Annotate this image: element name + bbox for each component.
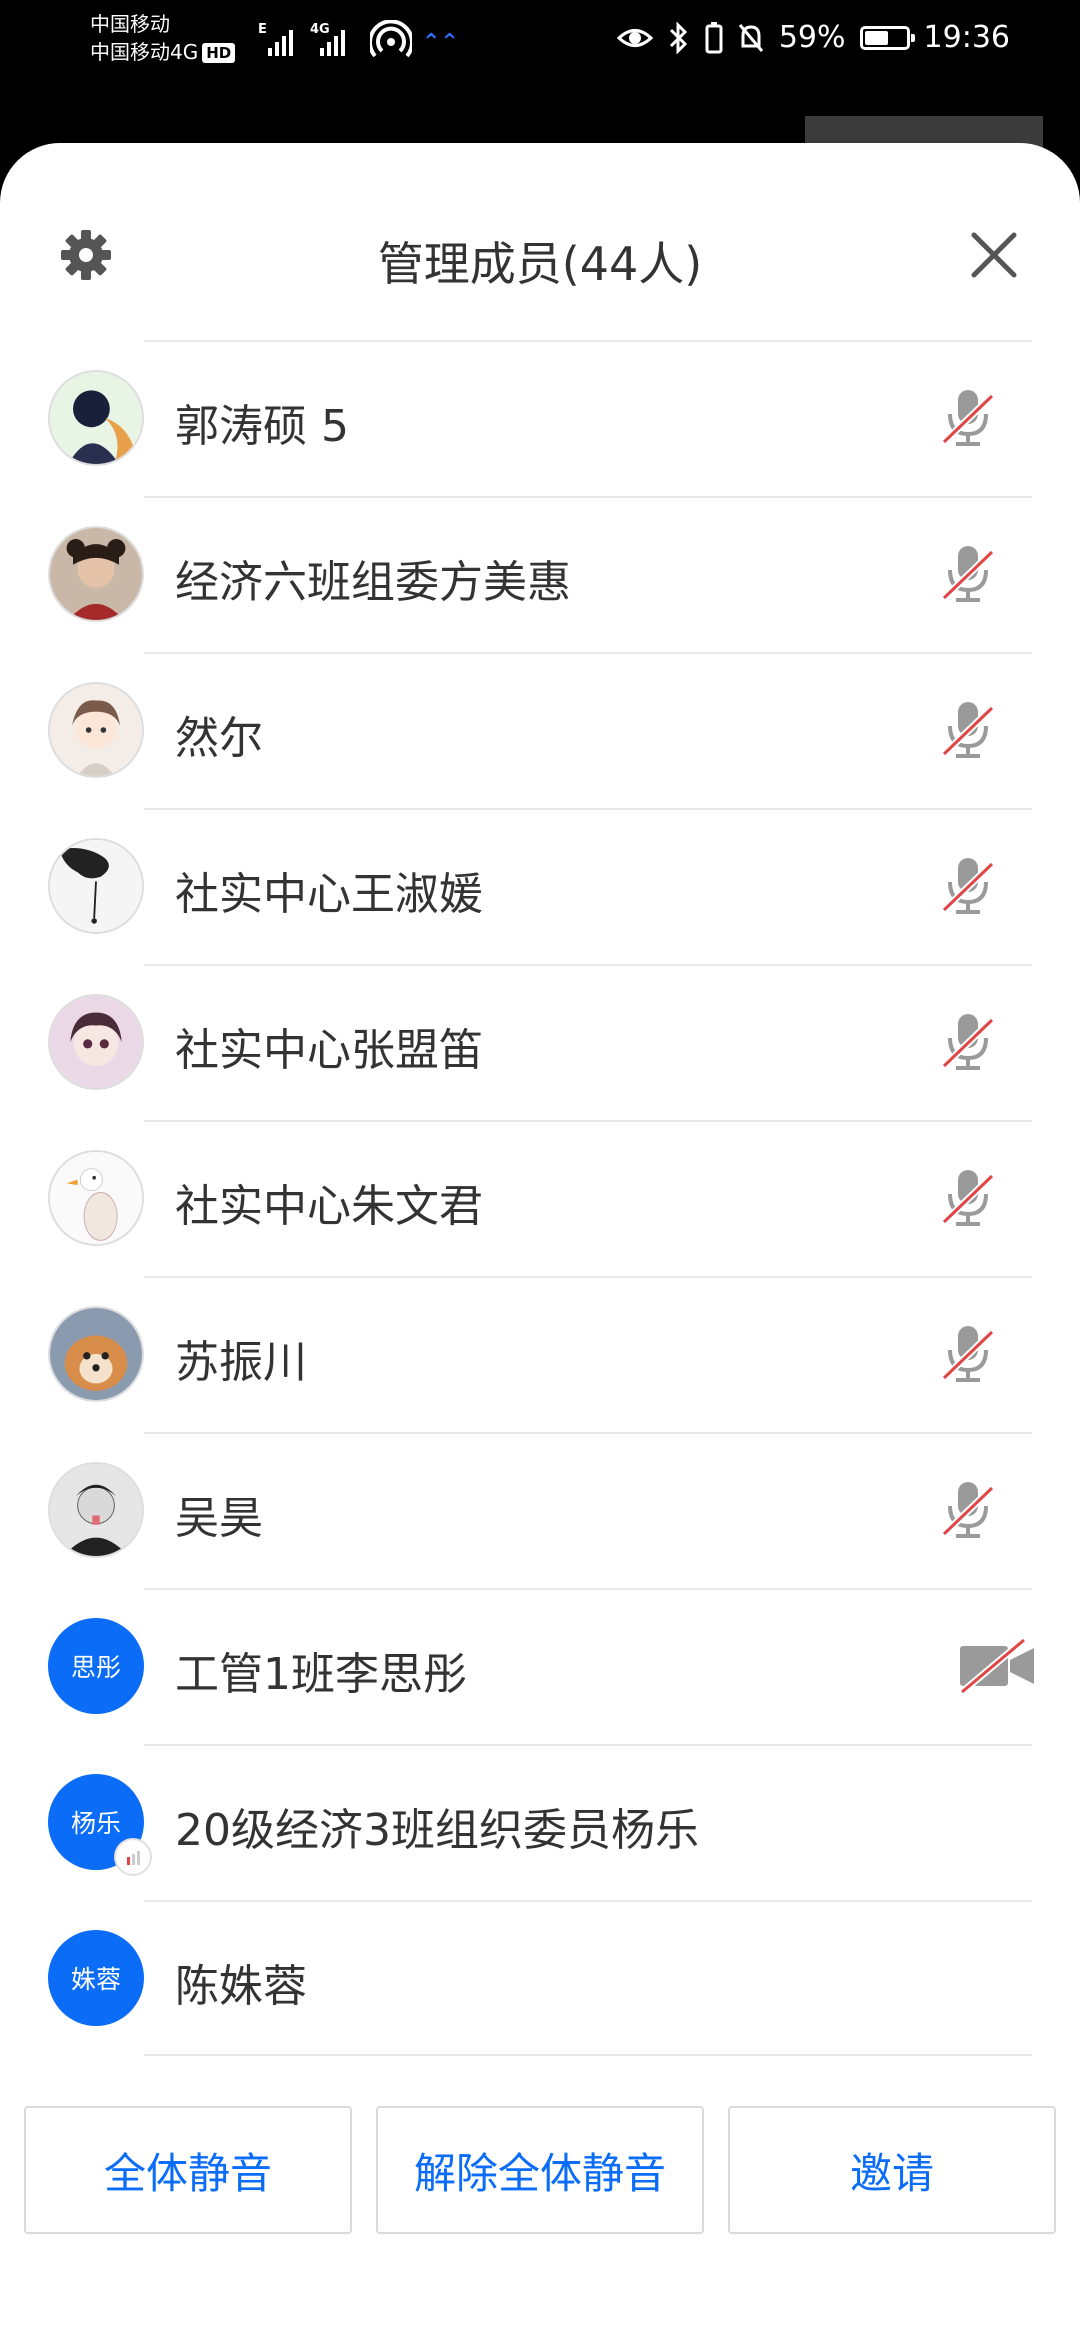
sheet-header: 管理成员(44人) (0, 143, 1080, 340)
mic-muted-icon[interactable] (938, 1166, 998, 1230)
clock: 19:36 (923, 20, 1010, 55)
carrier-2-row: 中国移动4G HD (90, 38, 236, 66)
member-name: 陈姝蓉 (175, 1961, 307, 2012)
status-bar: 中国移动 中国移动4G HD E 4G ⌃⌃ 59% 19:36 (0, 0, 1080, 80)
row-divider (144, 1276, 1032, 1278)
member-name: 吴昊 (175, 1493, 263, 1544)
vibrate-battery-icon (705, 21, 723, 53)
mic-muted-icon[interactable] (938, 854, 998, 918)
avatar-initials: 杨乐 (70, 1809, 121, 1838)
row-divider (144, 1432, 1032, 1434)
member-name: 郭涛硕 5 (175, 401, 349, 452)
member-row[interactable]: 社实中心朱文君 (0, 1120, 1080, 1276)
sync-arrows-icon: ⌃⌃ (422, 30, 459, 55)
hd-icon: HD (202, 43, 236, 63)
row-divider (144, 2054, 1032, 2056)
member-row[interactable]: 经济六班组委方美惠 (0, 496, 1080, 652)
member-row[interactable]: 郭涛硕 5 (0, 340, 1080, 496)
mic-muted-icon[interactable] (938, 1010, 998, 1074)
member-row[interactable]: 吴昊 (0, 1432, 1080, 1588)
mic-muted-icon[interactable] (938, 542, 998, 606)
member-name: 苏振川 (175, 1337, 307, 1388)
avatar: 思彤 (48, 1618, 144, 1714)
avatar (48, 526, 144, 622)
member-list: 郭涛硕 5 经济六班组委方美惠 然尔社实中心王淑媛 社实中心张盟笛 社实中心朱文君 苏振川… (0, 340, 1080, 2056)
mic-muted-icon[interactable] (938, 698, 998, 762)
mic-muted-icon[interactable] (938, 1322, 998, 1386)
bluetooth-icon (669, 21, 687, 54)
row-divider (144, 652, 1032, 654)
member-name: 20级经济3班组织委员杨乐 (175, 1805, 699, 1856)
member-name: 社实中心张盟笛 (175, 1025, 483, 1076)
mic-muted-icon[interactable] (938, 1478, 998, 1542)
member-row[interactable]: 杨乐 20级经济3班组织委员杨乐 (0, 1744, 1080, 1900)
battery-percent: 59% (778, 20, 846, 55)
close-icon[interactable] (964, 225, 1024, 285)
notifications-off-icon (738, 23, 763, 52)
avatar (48, 1462, 144, 1558)
member-row[interactable]: 然尔 (0, 652, 1080, 808)
unmute-all-button[interactable]: 解除全体静音 (376, 2106, 704, 2234)
avatar-initials: 姝蓉 (70, 1965, 121, 1994)
avatar-initials: 思彤 (70, 1653, 121, 1682)
row-divider (144, 808, 1032, 810)
row-divider (144, 1120, 1032, 1122)
member-row[interactable]: 社实中心王淑媛 (0, 808, 1080, 964)
invite-button[interactable]: 邀请 (728, 2106, 1056, 2234)
avatar (48, 1306, 144, 1402)
avatar: 杨乐 (48, 1774, 150, 1874)
member-row[interactable]: 思彤 工管1班李思彤 (0, 1588, 1080, 1744)
member-name: 经济六班组委方美惠 (175, 557, 571, 608)
avatar: 姝蓉 (48, 1930, 144, 2026)
signal-2-icon: 4G (310, 22, 366, 56)
avatar (48, 1150, 144, 1246)
camera-off-icon[interactable] (958, 1637, 1036, 1695)
eye-comfort-icon (616, 28, 653, 47)
sheet-title: 管理成员(44人) (377, 237, 703, 291)
avatar (48, 838, 144, 934)
row-divider (144, 496, 1032, 498)
member-row[interactable]: 社实中心张盟笛 (0, 964, 1080, 1120)
member-name: 社实中心王淑媛 (175, 869, 483, 920)
member-name: 然尔 (175, 713, 263, 764)
row-divider (144, 964, 1032, 966)
row-divider (144, 1900, 1032, 1902)
hotspot-icon (370, 20, 412, 58)
row-divider (144, 1588, 1032, 1590)
battery-icon (859, 25, 915, 50)
audio-level-icon (116, 1840, 150, 1874)
mic-muted-icon[interactable] (938, 386, 998, 450)
member-name: 社实中心朱文君 (175, 1181, 483, 1232)
carrier-1: 中国移动 (90, 12, 170, 36)
carrier-info: 中国移动 中国移动4G HD (90, 10, 236, 66)
row-divider (144, 340, 1032, 342)
member-row[interactable]: 苏振川 (0, 1276, 1080, 1432)
member-name: 工管1班李思彤 (175, 1649, 467, 1700)
manage-members-sheet: 管理成员(44人) 郭涛硕 5 经济六班组委方美惠 然尔社实中心王淑媛 社实中心张盟笛… (0, 143, 1080, 2340)
mute-all-button[interactable]: 全体静音 (24, 2106, 352, 2234)
avatar (48, 994, 144, 1090)
row-divider (144, 1744, 1032, 1746)
signal-1-label: E (258, 22, 267, 37)
avatar (48, 682, 144, 778)
carrier-2: 中国移动4G (90, 40, 199, 64)
signal-1-icon: E (258, 22, 304, 56)
member-row[interactable]: 姝蓉 陈姝蓉 (0, 1900, 1080, 2056)
avatar (48, 370, 144, 466)
